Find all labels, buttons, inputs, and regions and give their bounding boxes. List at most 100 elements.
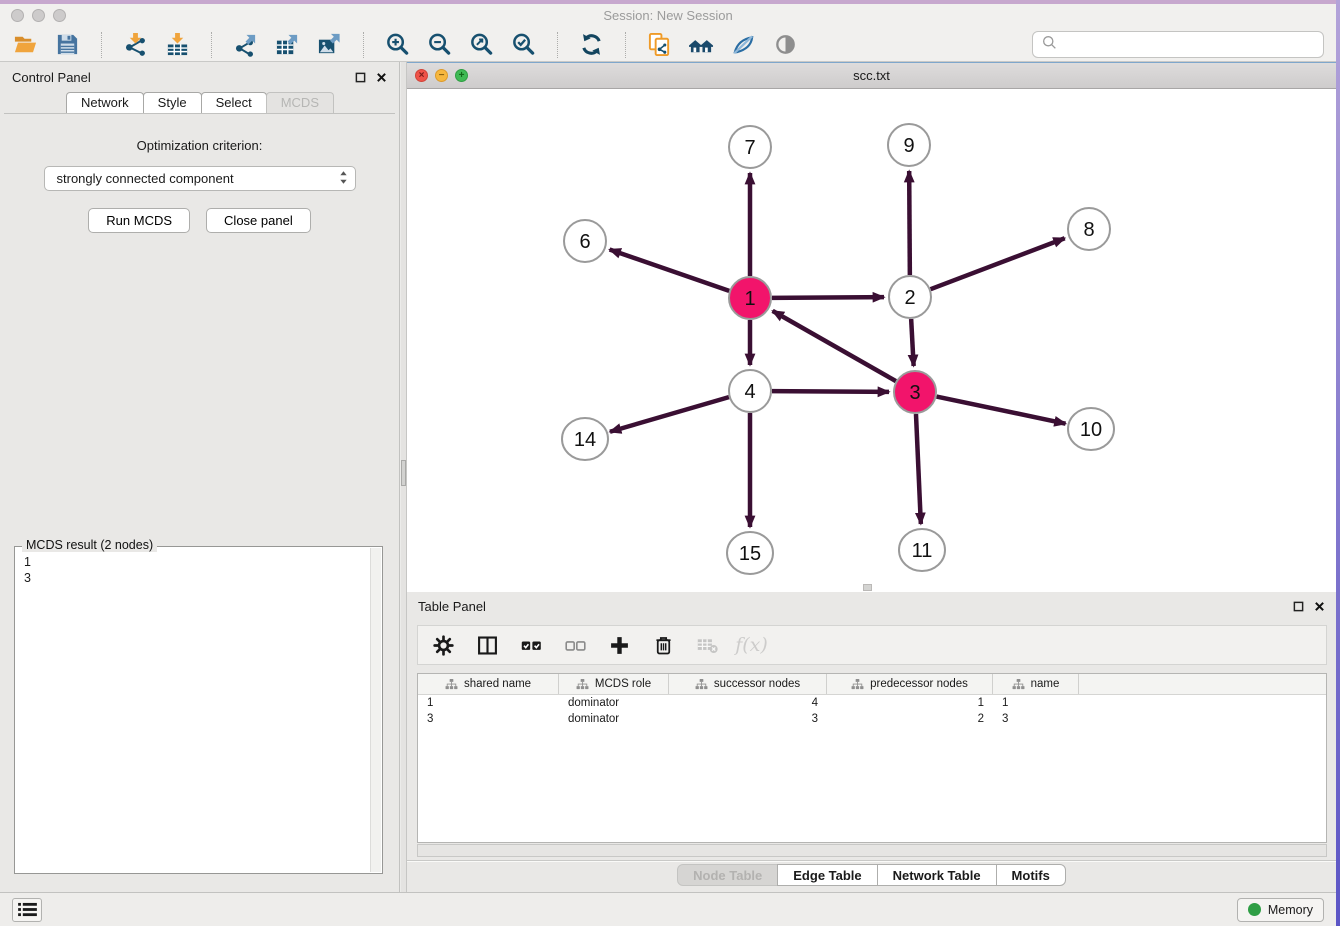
open-session-icon[interactable] [12, 31, 39, 58]
network-canvas[interactable]: 7968124314101511 [407, 89, 1336, 592]
control-tab-style[interactable]: Style [143, 92, 202, 113]
close-panel-button[interactable]: Close panel [206, 208, 311, 233]
export-image-icon[interactable] [316, 31, 343, 58]
hide-selected-icon[interactable] [730, 31, 757, 58]
titlebar: Session: New Session [0, 4, 1336, 28]
float-panel-icon[interactable] [355, 72, 366, 83]
search-input[interactable] [1063, 36, 1314, 53]
edge-3-11[interactable] [916, 414, 921, 524]
network-close-button[interactable]: × [415, 69, 428, 82]
delete-column-icon[interactable] [650, 632, 677, 659]
table-tab-motifs[interactable]: Motifs [996, 864, 1066, 886]
show-hidden-icon[interactable] [772, 31, 799, 58]
criterion-dropdown[interactable]: strongly connected component [44, 166, 356, 191]
dropdown-stepper-icon [339, 170, 348, 188]
edge-4-14[interactable] [610, 397, 729, 432]
network-view-window: × − + scc.txt 7968124314101511 [407, 62, 1336, 592]
import-network-icon[interactable] [122, 31, 149, 58]
memory-status-icon [1248, 903, 1261, 916]
table-cell: 1 [418, 697, 559, 709]
network-maximize-button[interactable]: + [455, 69, 468, 82]
save-session-icon[interactable] [54, 31, 81, 58]
edge-3-10[interactable] [937, 397, 1066, 424]
table-tabs-divider [407, 860, 1336, 862]
table-row[interactable]: 1dominator411 [418, 695, 1326, 711]
column-label: successor nodes [714, 678, 800, 690]
refresh-icon[interactable] [578, 31, 605, 58]
control-tab-network[interactable]: Network [66, 92, 144, 113]
column-header-name[interactable]: name [993, 674, 1079, 694]
node-label-15: 15 [739, 543, 761, 565]
edge-1-6[interactable] [610, 249, 730, 290]
search-box[interactable] [1032, 31, 1324, 58]
add-column-icon[interactable] [606, 632, 633, 659]
column-header-shared-name[interactable]: shared name [418, 674, 559, 694]
table-settings-icon[interactable] [430, 632, 457, 659]
node-table: shared name MCDS role successor nodes prede… [417, 673, 1327, 843]
mcds-result-list: 13 [24, 554, 368, 871]
import-table-icon[interactable] [164, 31, 191, 58]
toolbar-separator [211, 32, 212, 58]
table-cell: 2 [827, 713, 993, 725]
status-bar: Memory [0, 892, 1336, 926]
column-label: predecessor nodes [870, 678, 968, 690]
zoom-fit-icon[interactable] [468, 31, 495, 58]
column-header-successor-nodes[interactable]: successor nodes [669, 674, 827, 694]
desktop-edge-right [1336, 0, 1340, 926]
table-scrollbar[interactable] [417, 844, 1327, 857]
node-label-11: 11 [912, 540, 933, 562]
table-tab-node-table[interactable]: Node Table [677, 864, 778, 886]
clone-network-icon[interactable] [646, 31, 673, 58]
result-scrollbar[interactable] [370, 548, 381, 872]
network-graph[interactable]: 7968124314101511 [407, 89, 1334, 591]
show-columns-icon[interactable] [474, 632, 501, 659]
table-cell: 3 [669, 713, 827, 725]
delete-table-icon [694, 632, 721, 659]
network-minimize-button[interactable]: − [435, 69, 448, 82]
splitter-handle[interactable] [401, 460, 406, 486]
canvas-scroll-nub[interactable] [863, 584, 872, 591]
export-network-icon[interactable] [232, 31, 259, 58]
run-mcds-button[interactable]: Run MCDS [88, 208, 190, 233]
column-label: shared name [464, 678, 531, 690]
table-tab-edge-table[interactable]: Edge Table [777, 864, 877, 886]
node-label-7: 7 [744, 137, 755, 159]
memory-label: Memory [1268, 903, 1313, 917]
table-row[interactable]: 3dominator323 [418, 711, 1326, 727]
zoom-out-icon[interactable] [426, 31, 453, 58]
table-panel: Table Panel f(x) shared nameMCDS rolesuc… [407, 592, 1336, 892]
close-panel-icon[interactable] [376, 72, 387, 83]
task-history-button[interactable] [12, 898, 42, 922]
node-label-6: 6 [579, 231, 590, 253]
table-cell: 1 [993, 697, 1079, 709]
node-label-8: 8 [1083, 219, 1094, 241]
edge-3-1[interactable] [773, 311, 896, 381]
edge-4-3[interactable] [772, 391, 889, 392]
export-table-icon[interactable] [274, 31, 301, 58]
node-label-3: 3 [909, 382, 920, 404]
edge-2-9[interactable] [909, 171, 910, 275]
list-icon [18, 902, 37, 917]
float-table-panel-icon[interactable] [1293, 601, 1304, 612]
edge-1-2[interactable] [772, 297, 884, 298]
control-tab-mcds[interactable]: MCDS [266, 92, 334, 113]
memory-button[interactable]: Memory [1237, 898, 1324, 922]
zoom-selected-icon[interactable] [510, 31, 537, 58]
first-neighbors-icon[interactable] [688, 31, 715, 58]
toolbar-separator [101, 32, 102, 58]
control-panel: Control Panel NetworkStyleSelectMCDS Opt… [0, 62, 400, 892]
zoom-in-icon[interactable] [384, 31, 411, 58]
column-header-predecessor-nodes[interactable]: predecessor nodes [827, 674, 993, 694]
table-tabs: Node TableEdge TableNetwork TableMotifs [407, 864, 1336, 886]
select-all-rows-icon[interactable] [518, 632, 545, 659]
deselect-all-rows-icon[interactable] [562, 632, 589, 659]
close-table-panel-icon[interactable] [1314, 601, 1325, 612]
control-tab-select[interactable]: Select [201, 92, 267, 113]
toolbar-separator [625, 32, 626, 58]
edge-2-8[interactable] [931, 238, 1065, 289]
column-header-mcds-role[interactable]: MCDS role [559, 674, 669, 694]
node-label-10: 10 [1080, 419, 1102, 441]
table-cell: 4 [669, 697, 827, 709]
edge-2-3[interactable] [911, 319, 913, 366]
table-tab-network-table[interactable]: Network Table [877, 864, 997, 886]
